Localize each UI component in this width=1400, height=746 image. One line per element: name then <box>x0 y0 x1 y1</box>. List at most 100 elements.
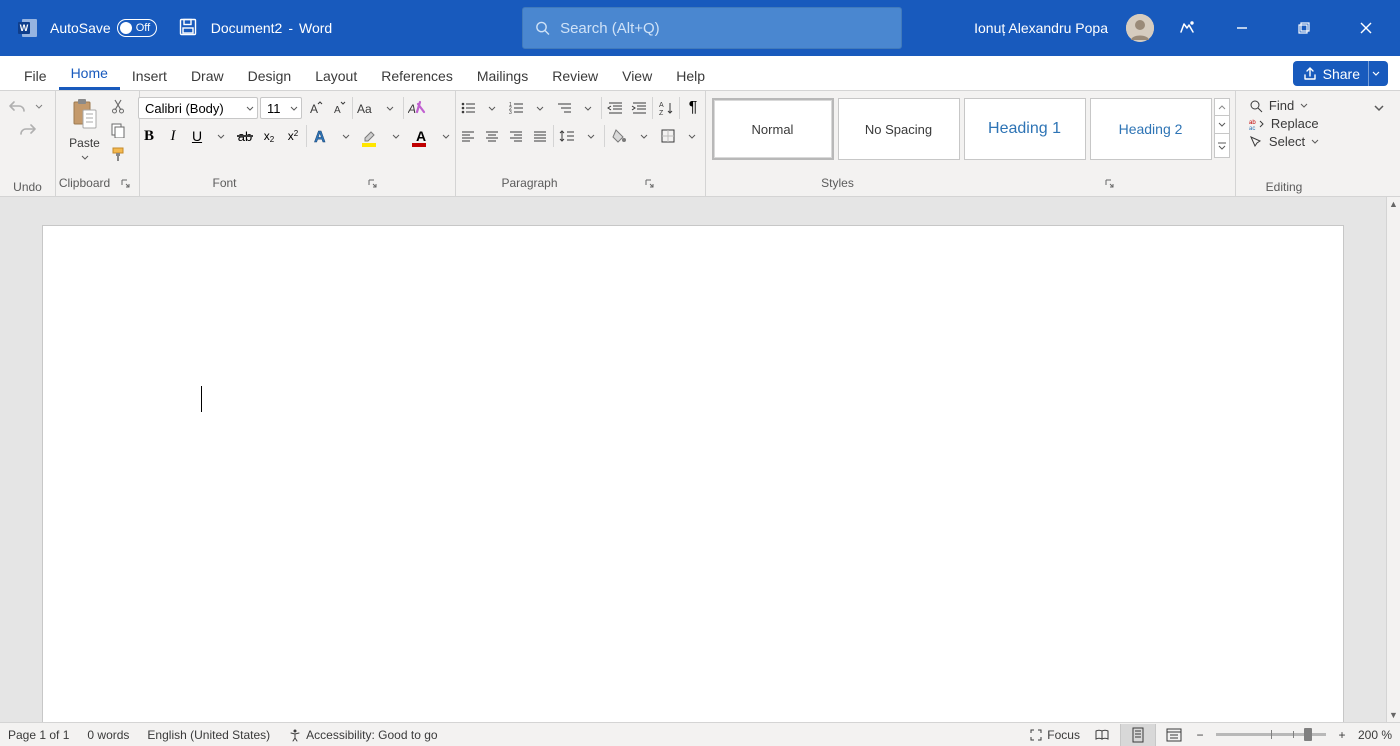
find-button[interactable]: Find <box>1245 97 1312 114</box>
scroll-down-arrow[interactable]: ▼ <box>1387 708 1400 722</box>
numbered-list-dropdown[interactable] <box>529 97 551 119</box>
word-count[interactable]: 0 words <box>87 728 129 742</box>
close-button[interactable] <box>1344 6 1388 50</box>
document-page[interactable] <box>42 225 1344 722</box>
bullet-list-button[interactable] <box>457 97 479 119</box>
avatar[interactable] <box>1126 14 1154 42</box>
tab-home[interactable]: Home <box>59 59 120 90</box>
zoom-in-button[interactable]: + <box>1334 728 1350 742</box>
tab-view[interactable]: View <box>610 62 664 90</box>
tab-mailings[interactable]: Mailings <box>465 62 540 90</box>
font-color-button[interactable]: A <box>409 125 433 147</box>
font-launcher[interactable] <box>361 172 383 194</box>
highlight-dropdown[interactable] <box>385 125 407 147</box>
language-status[interactable]: English (United States) <box>147 728 270 742</box>
font-name-input[interactable] <box>138 97 258 119</box>
share-button[interactable]: Share <box>1293 61 1388 86</box>
font-size-input[interactable] <box>260 97 302 119</box>
document-name[interactable]: Document2 <box>211 20 283 36</box>
superscript-button[interactable]: x2 <box>282 125 304 147</box>
underline-button[interactable]: U <box>186 125 208 147</box>
underline-dropdown[interactable] <box>210 125 232 147</box>
cut-button[interactable] <box>107 95 129 117</box>
numbered-list-button[interactable]: 123 <box>505 97 527 119</box>
multilevel-list-dropdown[interactable] <box>577 97 599 119</box>
tab-draw[interactable]: Draw <box>179 62 236 90</box>
show-paragraph-marks-button[interactable]: ¶ <box>682 97 704 119</box>
read-mode-button[interactable] <box>1084 724 1120 746</box>
bullet-list-dropdown[interactable] <box>481 97 503 119</box>
format-painter-button[interactable] <box>107 143 129 165</box>
change-case-dropdown[interactable] <box>379 97 401 119</box>
align-left-button[interactable] <box>457 125 479 147</box>
web-layout-button[interactable] <box>1156 724 1192 746</box>
select-button[interactable]: Select <box>1245 133 1323 150</box>
coming-soon-icon[interactable] <box>1172 6 1202 50</box>
font-size-select[interactable] <box>260 97 302 119</box>
line-spacing-button[interactable] <box>556 125 578 147</box>
subscript-button[interactable]: x2 <box>258 125 280 147</box>
replace-button[interactable]: abac Replace <box>1245 115 1323 132</box>
justify-button[interactable] <box>529 125 551 147</box>
style-normal[interactable]: Normal <box>712 98 834 160</box>
undo-button[interactable] <box>6 95 28 117</box>
zoom-level[interactable]: 200 % <box>1358 728 1392 742</box>
scroll-up-arrow[interactable]: ▲ <box>1387 197 1400 211</box>
zoom-out-button[interactable]: − <box>1192 728 1208 742</box>
decrease-font-size-button[interactable]: A <box>328 97 350 119</box>
tab-references[interactable]: References <box>369 62 465 90</box>
font-color-dropdown[interactable] <box>435 125 457 147</box>
style-heading-1[interactable]: Heading 1 <box>964 98 1086 160</box>
collapse-ribbon-button[interactable] <box>1368 97 1390 119</box>
clear-formatting-button[interactable]: A <box>406 97 428 119</box>
tab-file[interactable]: File <box>12 62 59 90</box>
page-count[interactable]: Page 1 of 1 <box>8 728 69 742</box>
print-layout-button[interactable] <box>1120 724 1156 746</box>
text-effects-button[interactable]: A <box>309 125 333 147</box>
increase-indent-button[interactable] <box>628 97 650 119</box>
change-case-button[interactable]: Aa <box>355 97 377 119</box>
tab-design[interactable]: Design <box>236 62 304 90</box>
sort-button[interactable]: AZ <box>655 97 677 119</box>
zoom-slider-thumb[interactable] <box>1304 728 1312 741</box>
styles-scroll-down[interactable] <box>1214 116 1230 134</box>
copy-button[interactable] <box>107 119 129 141</box>
search-box[interactable] <box>522 7 902 49</box>
user-name[interactable]: Ionuț Alexandru Popa <box>974 20 1108 36</box>
highlight-button[interactable] <box>359 125 383 147</box>
find-dropdown-icon[interactable] <box>1300 103 1308 108</box>
style-no-spacing[interactable]: No Spacing <box>838 98 960 160</box>
borders-button[interactable] <box>657 125 679 147</box>
align-right-button[interactable] <box>505 125 527 147</box>
autosave-toggle[interactable]: AutoSave Off <box>50 19 157 37</box>
font-name-select[interactable] <box>138 97 258 119</box>
paragraph-launcher[interactable] <box>638 172 660 194</box>
styles-scroll-up[interactable] <box>1214 98 1230 116</box>
text-effects-dropdown[interactable] <box>335 125 357 147</box>
document-area[interactable] <box>0 197 1386 722</box>
search-input[interactable] <box>560 20 889 37</box>
multilevel-list-button[interactable] <box>553 97 575 119</box>
tab-layout[interactable]: Layout <box>303 62 369 90</box>
shading-dropdown[interactable] <box>633 125 655 147</box>
share-dropdown[interactable] <box>1368 61 1382 86</box>
styles-expand[interactable] <box>1214 134 1230 158</box>
undo-dropdown[interactable] <box>28 95 50 117</box>
borders-dropdown[interactable] <box>681 125 703 147</box>
clipboard-launcher[interactable] <box>114 172 136 194</box>
paste-dropdown[interactable] <box>74 151 96 163</box>
toggle-switch[interactable]: Off <box>117 19 157 37</box>
italic-button[interactable]: I <box>162 125 184 147</box>
select-dropdown-icon[interactable] <box>1311 139 1319 144</box>
paste-button[interactable] <box>67 95 103 135</box>
tab-review[interactable]: Review <box>540 62 610 90</box>
maximize-button[interactable] <box>1282 6 1326 50</box>
save-icon[interactable] <box>179 18 199 38</box>
tab-help[interactable]: Help <box>664 62 717 90</box>
increase-font-size-button[interactable]: A <box>304 97 326 119</box>
styles-launcher[interactable] <box>1098 172 1120 194</box>
zoom-slider[interactable] <box>1216 733 1326 736</box>
vertical-scrollbar[interactable]: ▲ ▼ <box>1386 197 1400 722</box>
tab-insert[interactable]: Insert <box>120 62 179 90</box>
bold-button[interactable]: B <box>138 125 160 147</box>
